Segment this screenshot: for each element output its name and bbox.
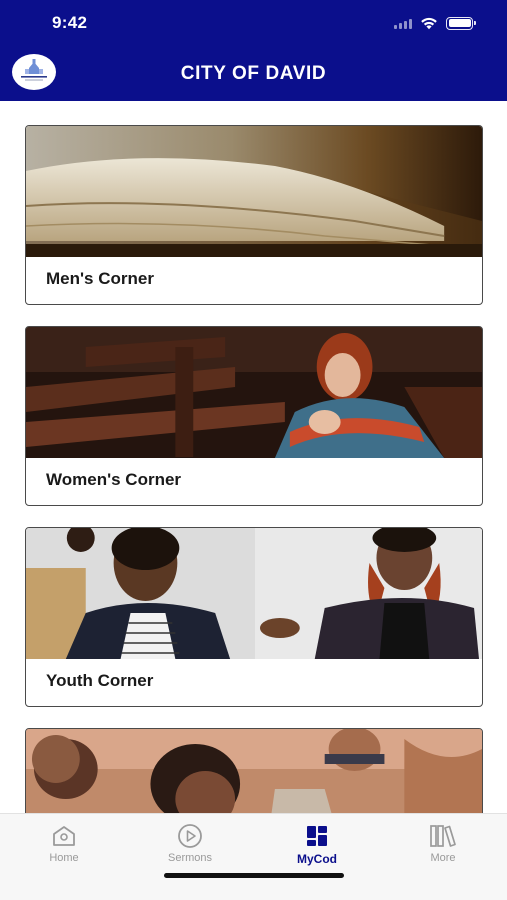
library-icon: [430, 825, 456, 847]
card-youth-corner[interactable]: Youth Corner: [25, 527, 483, 707]
tab-home[interactable]: Home: [19, 822, 109, 864]
kids-image: [26, 729, 482, 813]
tab-label: Home: [49, 852, 79, 864]
tab-more[interactable]: More: [398, 822, 488, 864]
cellular-signal-icon: [394, 17, 412, 29]
card-mens-corner[interactable]: Men's Corner: [25, 125, 483, 305]
card-label: Youth Corner: [46, 671, 154, 690]
card-label: Women's Corner: [46, 470, 182, 489]
tab-sermons[interactable]: Sermons: [145, 822, 235, 864]
woman-praying-image: [26, 327, 482, 458]
card-label: Men's Corner: [46, 269, 154, 288]
home-icon: [53, 826, 75, 846]
bottom-tab-bar: Home Sermons MyCod More: [0, 813, 507, 900]
tab-label: MyCod: [297, 852, 337, 866]
play-icon: [178, 824, 202, 848]
status-bar: 9:42: [0, 0, 507, 48]
card-womens-corner[interactable]: Women's Corner: [25, 326, 483, 506]
battery-icon: [446, 16, 476, 30]
home-indicator: [164, 873, 344, 878]
status-time: 9:42: [52, 13, 88, 32]
tab-label: More: [430, 852, 456, 864]
tab-label: Sermons: [167, 852, 213, 864]
dashboard-icon: [307, 826, 327, 846]
wifi-icon: [421, 17, 437, 30]
page-title: CITY OF DAVID: [180, 63, 327, 84]
youth-group-image: [26, 528, 482, 659]
tab-mycod[interactable]: MyCod: [272, 822, 362, 866]
card-kids-corner[interactable]: [25, 728, 483, 813]
bible-image: [26, 126, 482, 257]
app-header: 9:42 CITY OF DAVID: [0, 0, 507, 101]
corners-list[interactable]: Men's Corner Women's Corner Youth Corner: [0, 101, 507, 813]
status-icons: [394, 16, 476, 30]
